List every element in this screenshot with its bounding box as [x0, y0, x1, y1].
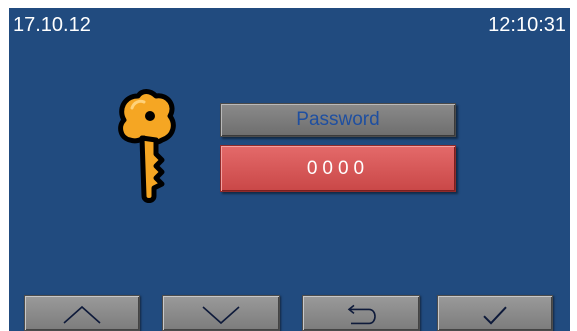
password-field[interactable]: 0000: [220, 145, 456, 192]
chevron-up-icon: [63, 305, 101, 324]
time-display: 12:10:31: [488, 14, 566, 36]
return-icon: [347, 304, 376, 325]
hmi-screen: 17.10.12 12:10:31 Password 0000: [9, 8, 570, 331]
scroll-down-button[interactable]: [162, 295, 280, 331]
confirm-button[interactable]: [437, 295, 553, 331]
scroll-up-button[interactable]: [24, 295, 140, 331]
checkmark-icon: [483, 306, 507, 325]
back-button[interactable]: [302, 295, 420, 331]
password-label: Password: [220, 103, 456, 137]
key-icon: [118, 89, 176, 203]
chevron-down-icon: [202, 306, 240, 325]
date-display: 17.10.12: [13, 14, 91, 36]
